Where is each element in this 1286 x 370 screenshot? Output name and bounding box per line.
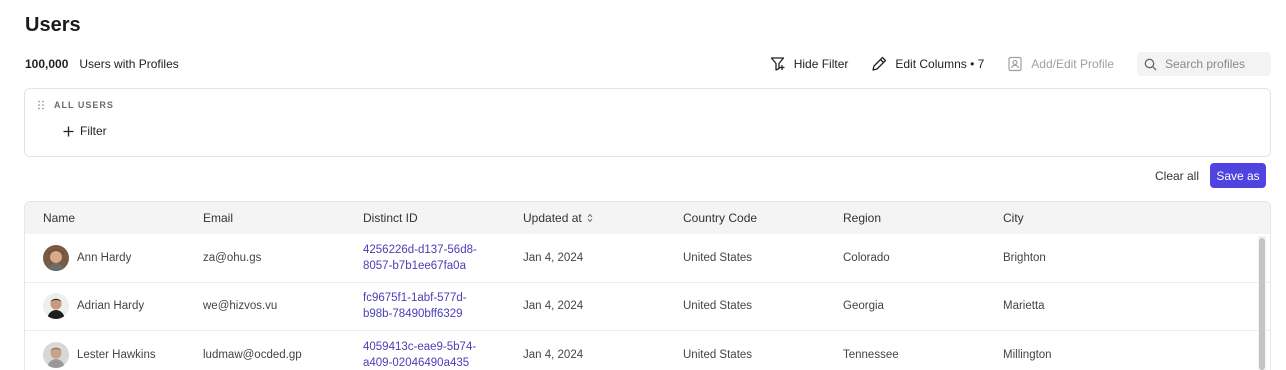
filter-icon [770,57,785,71]
page-title: Users [25,14,81,36]
avatar [43,341,69,368]
avatar [43,293,69,320]
cell-distinct-id[interactable]: 4059413c-eae9-5b74- a409-02046490a435 [345,339,505,370]
drag-handle-icon[interactable] [37,100,45,110]
column-header-distinct-id[interactable]: Distinct ID [345,211,505,225]
plus-icon [63,126,74,136]
table-header: Name Email Distinct ID Updated at Countr… [25,202,1270,234]
cell-city: Brighton [1003,251,1046,264]
profile-card-icon [1008,56,1022,72]
cell-distinct-id[interactable]: fc9675f1-1abf-577d-b98b-78490bff6329 [345,290,505,322]
cell-city: Millington [1003,348,1052,361]
column-header-city[interactable]: City [985,211,1145,225]
cell-region: Georgia [843,300,884,313]
cell-email: we@hizvos.vu [203,300,278,313]
table-row[interactable]: Lester Hawkins ludmaw@ocded.gp 4059413c-… [25,331,1270,370]
user-count: 100,000 [25,57,69,71]
sort-icon[interactable] [587,213,593,223]
avatar [43,244,69,271]
edit-columns-button[interactable]: Edit Columns • 7 [871,56,984,72]
cell-name: Ann Hardy [25,244,185,271]
user-count-label: Users with Profiles [79,57,179,71]
add-filter-label: Filter [80,124,107,138]
search-input[interactable] [1165,57,1265,71]
column-header-updated-at[interactable]: Updated at [505,211,665,225]
users-table: Name Email Distinct ID Updated at Countr… [24,201,1271,370]
add-edit-profile-button[interactable]: Add/Edit Profile [1007,56,1114,72]
pencil-icon [872,56,887,71]
add-filter-button[interactable]: Filter [63,124,107,138]
table-row[interactable]: Adrian Hardy we@hizvos.vu fc9675f1-1abf-… [25,283,1270,331]
column-header-region[interactable]: Region [825,211,985,225]
hide-filter-label: Hide Filter [793,57,849,71]
hide-filter-button[interactable]: Hide Filter [770,56,849,72]
cell-country: United States [683,251,753,264]
cell-name: Lester Hawkins [25,341,185,368]
table-scroll-thumb[interactable] [1259,238,1265,370]
save-as-button[interactable]: Save as [1210,163,1266,188]
cell-updated-at: Jan 4, 2024 [523,251,584,264]
cell-region: Colorado [843,251,890,264]
clear-all-button[interactable]: Clear all [1155,169,1199,183]
cell-name: Adrian Hardy [25,293,185,320]
column-header-country-code[interactable]: Country Code [665,211,825,225]
cell-city: Marietta [1003,300,1045,313]
cell-region: Tennessee [843,348,899,361]
search-box [1137,52,1271,76]
column-header-name[interactable]: Name [25,211,185,225]
cell-email: ludmaw@ocded.gp [203,348,302,361]
toolbar: 100,000 Users with Profiles Hide Filter … [25,52,1271,76]
cell-updated-at: Jan 4, 2024 [523,348,584,361]
cell-updated-at: Jan 4, 2024 [523,300,584,313]
cell-distinct-id[interactable]: 4256226d-d137-56d8- 8057-b7b1ee67fa0a [345,242,505,274]
column-header-email[interactable]: Email [185,211,345,225]
filter-panel: ALL USERS Filter [24,88,1271,157]
toolbar-actions: Hide Filter Edit Columns • 7 Add/Edit Pr… [770,52,1271,76]
cell-country: United States [683,348,753,361]
table-row[interactable]: Ann Hardy za@ohu.gs 4256226d-d137-56d8- 8… [25,234,1270,283]
filter-group-label: ALL USERS [54,100,114,110]
add-edit-profile-label: Add/Edit Profile [1031,57,1114,71]
search-icon [1144,58,1157,70]
cell-country: United States [683,300,753,313]
cell-email: za@ohu.gs [203,251,262,264]
edit-columns-label: Edit Columns • 7 [895,57,985,71]
